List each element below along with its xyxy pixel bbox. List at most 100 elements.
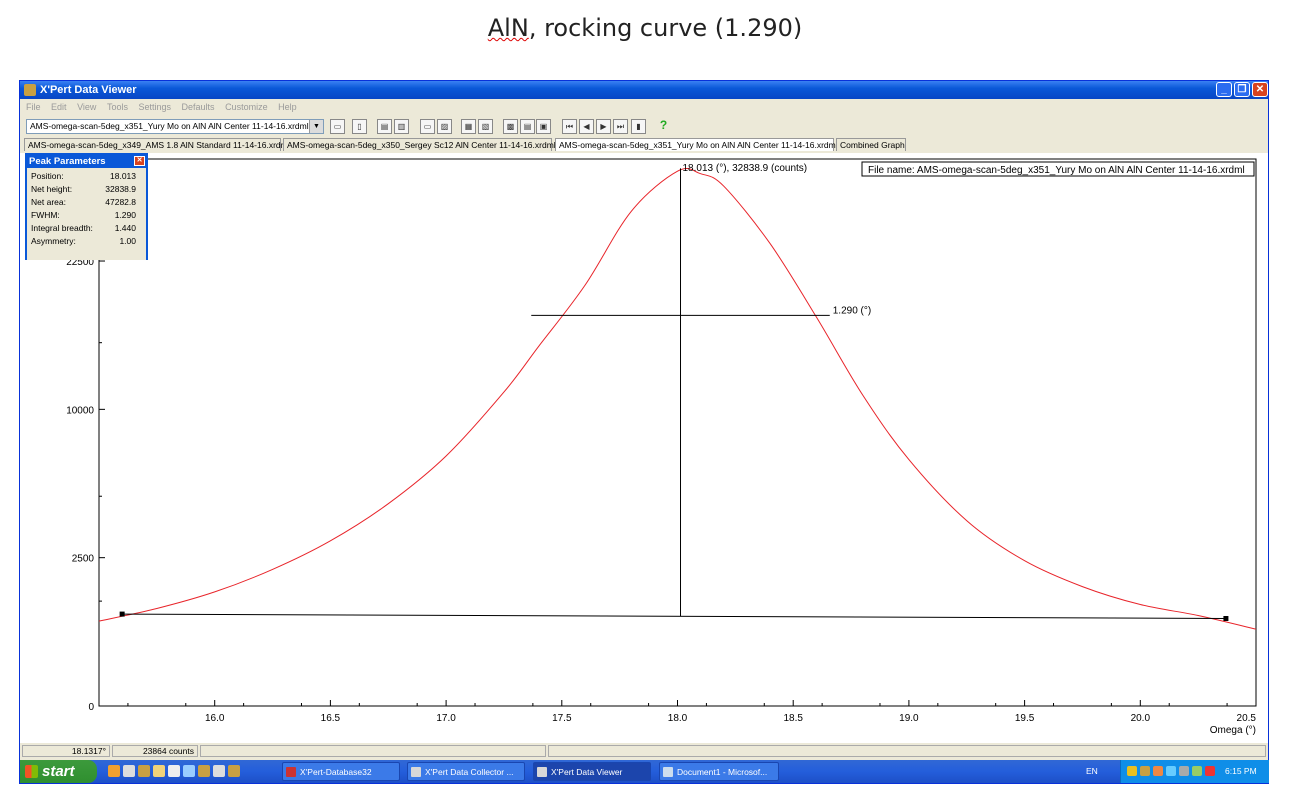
folder-icon[interactable]	[153, 765, 165, 777]
print-icon[interactable]: ▦	[461, 119, 476, 134]
menu-customize[interactable]: Customize	[225, 102, 268, 112]
x-tick-label: 17.0	[436, 713, 456, 724]
x-tick-label: 20.0	[1131, 713, 1151, 724]
param-value: 1.440	[114, 223, 136, 233]
param-label: Integral breadth:	[31, 223, 93, 233]
window-title: X'Pert Data Viewer	[40, 84, 137, 96]
menu-bar: File Edit View Tools Settings Defaults C…	[20, 100, 1268, 115]
status-counts: 23864 counts	[112, 745, 198, 757]
task-label: X'Pert Data Viewer	[551, 767, 623, 777]
properties-icon[interactable]: ▯	[352, 119, 367, 134]
folder-icon[interactable]: ▭	[420, 119, 435, 134]
task-label: Document1 - Microsof...	[677, 767, 768, 777]
menu-view[interactable]: View	[77, 102, 96, 112]
window-titlebar[interactable]: X'Pert Data Viewer _ ❐ ✕	[20, 81, 1268, 99]
paste-icon[interactable]: ▥	[394, 119, 409, 134]
tab-file-x351[interactable]: AMS-omega-scan-5deg_x351_Yury Mo on AlN …	[555, 138, 838, 151]
windows-logo-icon	[25, 765, 38, 778]
tab-file-x350[interactable]: AMS-omega-scan-5deg_x350_Sergey Sc12 AlN…	[283, 138, 556, 151]
menu-help[interactable]: Help	[278, 102, 297, 112]
close-button[interactable]: ✕	[1252, 82, 1268, 97]
param-value: 1.00	[119, 236, 136, 246]
file-select-value: AMS-omega-scan-5deg_x351_Yury Mo on AlN …	[30, 121, 309, 131]
database-icon	[286, 767, 296, 777]
param-label: Position:	[31, 171, 64, 181]
plot-frame	[98, 158, 1257, 707]
baseline-marker	[1223, 616, 1229, 622]
graph-icon[interactable]: ▩	[503, 119, 518, 134]
task-label: X'Pert-Database32	[300, 767, 372, 777]
xpert-shortcut-icon[interactable]	[228, 765, 240, 777]
close-icon[interactable]: ✕	[134, 156, 145, 166]
folder-open-icon[interactable]: ▨	[437, 119, 452, 134]
y-tick-label: 2500	[72, 554, 95, 565]
xpert-icon	[537, 767, 547, 777]
app-shortcut-icon[interactable]	[213, 765, 225, 777]
measured-curve	[98, 168, 1257, 630]
tab-file-x349[interactable]: AMS-omega-scan-5deg_x349_AMS 1.8 AlN Sta…	[24, 138, 290, 151]
firefox-icon[interactable]	[108, 765, 120, 777]
status-position: 18.1317°	[22, 745, 110, 757]
shield-icon[interactable]	[1127, 766, 1137, 776]
menu-file[interactable]: File	[26, 102, 41, 112]
settings-icon[interactable]	[183, 765, 195, 777]
rocking-curve-chart[interactable]: 16.0 16.5 17.0 17.5 18.0 18.5 19.0 19.5 20.0 20.5…	[20, 153, 1268, 743]
document-title: AlN, rocking curve (1.290)	[0, 14, 1290, 42]
x-tick-label: 18.0	[668, 713, 688, 724]
peak-label: 18.013 (°), 32838.9 (counts)	[683, 163, 808, 174]
param-value: 18.013	[110, 171, 136, 181]
peak-parameters-panel[interactable]: Peak Parameters ✕ Position: 18.013 Net hei…	[25, 153, 148, 260]
fwhm-label: 1.290 (°)	[833, 305, 871, 316]
print-preview-icon[interactable]: ▧	[478, 119, 493, 134]
xpert-shortcut-icon[interactable]	[198, 765, 210, 777]
document-title-misspelled-word: AlN	[487, 14, 529, 42]
xpert-tray-icon[interactable]	[1140, 766, 1150, 776]
xpert-icon	[411, 767, 421, 777]
chevron-down-icon[interactable]: ▼	[309, 120, 323, 133]
next-icon[interactable]: ▶	[596, 119, 611, 134]
param-row-position: Position: 18.013	[27, 170, 146, 183]
task-document1[interactable]: Document1 - Microsof...	[659, 762, 779, 781]
status-bar: 18.1317° 23864 counts	[20, 744, 1268, 758]
menu-defaults[interactable]: Defaults	[182, 102, 215, 112]
start-label: start	[42, 763, 75, 780]
menu-edit[interactable]: Edit	[51, 102, 67, 112]
help-icon[interactable]: ?	[656, 119, 671, 134]
open-icon[interactable]: ▭	[330, 119, 345, 134]
restore-button[interactable]: ❐	[1234, 82, 1250, 97]
security-icon[interactable]	[1205, 766, 1215, 776]
param-label: Net height:	[31, 184, 73, 194]
clock: 6:15 PM	[1225, 766, 1257, 776]
tray-app-icon[interactable]	[1192, 766, 1202, 776]
param-label: Net area:	[31, 197, 66, 207]
report-icon[interactable]: ▤	[520, 119, 535, 134]
copy-icon[interactable]: ▤	[377, 119, 392, 134]
xpert-shortcut-icon[interactable]	[138, 765, 150, 777]
file-select[interactable]: AMS-omega-scan-5deg_x351_Yury Mo on AlN …	[26, 119, 324, 134]
tray-app-icon[interactable]	[1153, 766, 1163, 776]
param-row-net-area: Net area: 47282.8	[27, 196, 146, 209]
start-button[interactable]: start	[20, 760, 97, 783]
last-icon[interactable]: ⏭	[613, 119, 628, 134]
previous-icon[interactable]: ◀	[579, 119, 594, 134]
tray-app-icon[interactable]	[1179, 766, 1189, 776]
menu-settings[interactable]: Settings	[138, 102, 171, 112]
app-shortcut-icon[interactable]	[123, 765, 135, 777]
tab-combined-graph[interactable]: Combined Graph	[836, 138, 906, 151]
export-icon[interactable]: ▣	[536, 119, 551, 134]
menu-tools[interactable]: Tools	[107, 102, 128, 112]
param-row-fwhm: FWHM: 1.290	[27, 209, 146, 222]
task-xpert-database[interactable]: X'Pert-Database32	[282, 762, 400, 781]
document-title-rest: , rocking curve (1.290)	[528, 14, 803, 42]
document-icon[interactable]	[168, 765, 180, 777]
task-xpert-data-viewer[interactable]: X'Pert Data Viewer	[533, 762, 651, 781]
first-icon[interactable]: ⏮	[562, 119, 577, 134]
language-indicator[interactable]: EN	[1086, 760, 1098, 783]
network-icon[interactable]	[1166, 766, 1176, 776]
peak-icon[interactable]: ▮	[631, 119, 646, 134]
plot-area[interactable]: 16.0 16.5 17.0 17.5 18.0 18.5 19.0 19.5 20.0 20.5…	[20, 153, 1268, 743]
background-line	[122, 613, 1226, 620]
file-name-label: File name: AMS-omega-scan-5deg_x351_Yury…	[868, 165, 1245, 176]
task-xpert-data-collector[interactable]: X'Pert Data Collector ...	[407, 762, 525, 781]
minimize-button[interactable]: _	[1216, 82, 1232, 97]
